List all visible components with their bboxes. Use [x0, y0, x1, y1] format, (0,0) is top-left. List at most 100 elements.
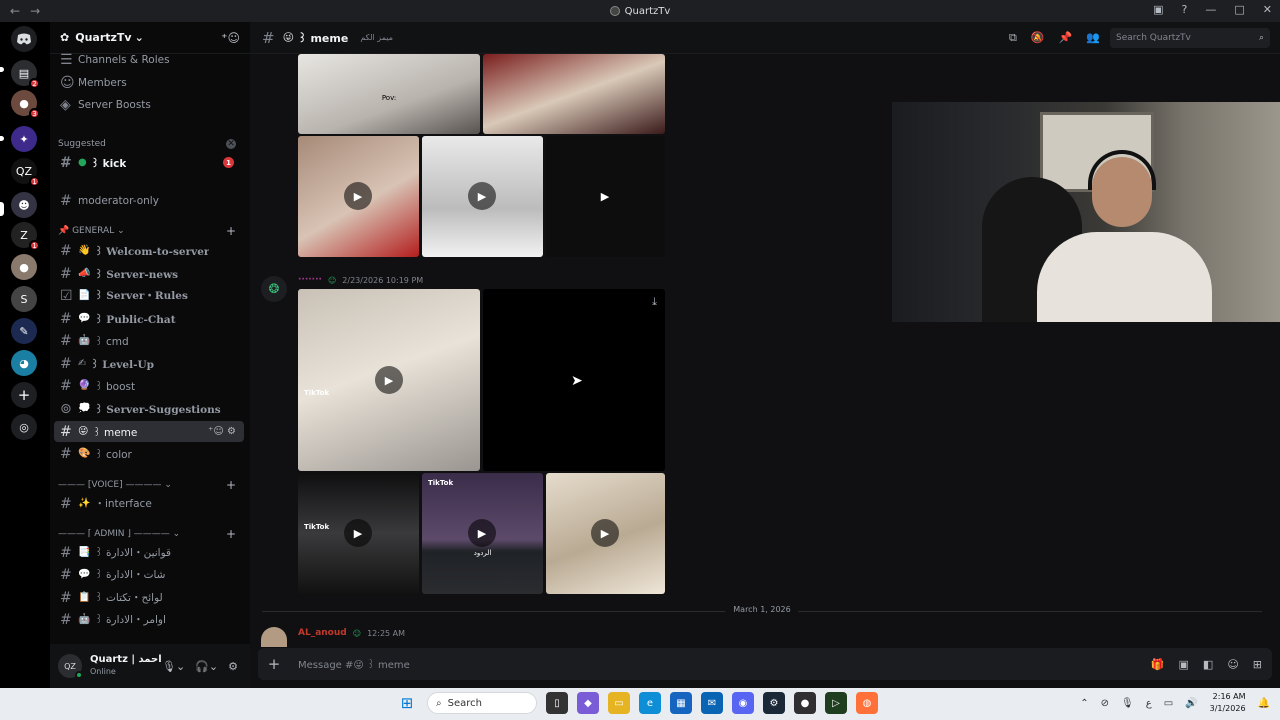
gift-icon[interactable]: 🎁 [1151, 658, 1165, 671]
taskbar-search[interactable]: ⌕ Search [427, 692, 537, 714]
taskview-icon[interactable]: ▯ [546, 692, 568, 714]
media-tile[interactable] [483, 54, 665, 134]
firefox-icon[interactable]: ◍ [856, 692, 878, 714]
store-icon[interactable]: ▦ [670, 692, 692, 714]
channel-boost[interactable]: # 🔮 ꒱ boost [54, 375, 244, 396]
play-icon[interactable]: ▶ [591, 519, 619, 547]
maximize-icon[interactable]: □ [1234, 3, 1244, 16]
threads-icon[interactable]: ⧉ [1009, 31, 1017, 45]
play-icon[interactable]: ▶ [375, 366, 403, 394]
edge-icon[interactable]: e [639, 692, 661, 714]
start-icon[interactable]: ⊞ [396, 692, 418, 714]
channel-admin-chat[interactable]: # 💬 ꒱ شات・الادارة [54, 564, 244, 585]
discover-icon[interactable]: ◎ [11, 414, 37, 440]
home-discord-icon[interactable] [11, 26, 37, 52]
pin-icon[interactable]: 📌 [1059, 31, 1073, 45]
play-icon[interactable]: ▶ [468, 519, 496, 547]
sidebar-item-channels-roles[interactable]: ☰ Channels & Roles [54, 49, 244, 70]
message-username[interactable]: AL_anoud [298, 628, 347, 638]
channel-kick[interactable]: # ● ꒱ kick 1 [54, 152, 244, 173]
add-server-icon[interactable]: + [11, 382, 37, 408]
channel-server-news[interactable]: # 📣 ꒱ Server-news [54, 263, 244, 284]
channel-meme[interactable]: # 😜 ꒱ meme ⁺☺ ⚙ [54, 421, 244, 442]
network-icon[interactable]: ⊘ [1101, 698, 1109, 709]
media-tile[interactable]: ▶ [546, 136, 665, 257]
channel-level-up[interactable]: # ✍ ꒱ Level-Up [54, 353, 244, 374]
language-indicator[interactable]: ع [1146, 698, 1152, 709]
notification-bell-icon[interactable]: 🔕 [1031, 31, 1045, 45]
avatar[interactable] [261, 627, 287, 647]
sidebar-item-members[interactable]: ☺ Members [54, 72, 244, 93]
message-input[interactable]: Message #😜 ꒱ meme [298, 658, 410, 671]
volume-icon[interactable]: 🔊 [1185, 698, 1197, 709]
widgets-icon[interactable]: ◆ [577, 692, 599, 714]
category-voice[interactable]: ——— [VOICE] ———— ⌄ + [58, 477, 242, 493]
steam-icon[interactable]: ⚙ [763, 692, 785, 714]
microphone-icon[interactable]: 🎙⌄ [162, 660, 185, 673]
minimize-icon[interactable]: — [1205, 3, 1216, 16]
server-icon[interactable]: ☻ [11, 192, 37, 218]
video-tile[interactable]: TikTok ▶ [298, 289, 480, 471]
media-tile[interactable]: ▶ [422, 136, 543, 257]
channel-admin-rules[interactable]: # 📑 ꒱ قوانين・الادارة [54, 542, 244, 563]
add-channel-icon[interactable]: + [226, 224, 236, 238]
category-admin[interactable]: ——— ⌈ ADMIN ⌋ ———— ⌄ + [58, 526, 242, 542]
play-icon[interactable]: ▶ [591, 182, 619, 210]
avatar[interactable]: ❂ [261, 276, 287, 302]
display-icon[interactable]: ▭ [1164, 698, 1173, 709]
channel-cmd[interactable]: # 🤖 ꒱ cmd [54, 330, 244, 351]
server-icon[interactable]: ✦ [11, 126, 37, 152]
back-arrow-icon[interactable]: ← [10, 4, 20, 18]
message-username[interactable]: ······· [298, 275, 322, 285]
dismiss-icon[interactable]: ✕ [226, 139, 236, 149]
channel-server-rules[interactable]: ☑ 📄 ꒱ Server・Rules [54, 285, 244, 306]
server-icon[interactable]: ✎ [11, 318, 37, 344]
microphone-tray-icon[interactable]: 🎙 [1121, 698, 1134, 709]
settings-icons[interactable]: ⁺☺ ⚙ [208, 426, 236, 437]
channel-server-suggestions[interactable]: ⊚ 💭 ꒱ Server-Suggestions [54, 398, 244, 419]
category-general[interactable]: 📌 GENERAL ⌄ + [58, 223, 242, 239]
headphones-icon[interactable]: 🎧⌄ [195, 660, 218, 673]
mail-icon[interactable]: ✉ [701, 692, 723, 714]
download-icon[interactable]: ⤓ [652, 295, 657, 309]
file-explorer-icon[interactable]: ▭ [608, 692, 630, 714]
members-list-icon[interactable]: 👥 [1086, 31, 1100, 45]
add-channel-icon[interactable]: + [226, 478, 236, 492]
server-icon[interactable]: ● 3 [11, 90, 40, 119]
help-icon[interactable]: ? [1182, 3, 1188, 16]
channel-admin-commands[interactable]: # 🤖 ꒱ اوامر・الادارة [54, 609, 244, 630]
chevron-up-icon[interactable]: ⌃ [1080, 698, 1088, 709]
message-composer[interactable]: + Message #😜 ꒱ meme 🎁 ▣ ◧ ☺ ⊞ [258, 648, 1272, 680]
sticker-icon[interactable]: ◧ [1203, 658, 1213, 671]
video-tile[interactable]: ▶ [546, 473, 665, 594]
channel-color[interactable]: # 🎨 ꒱ color [54, 443, 244, 464]
play-icon[interactable]: ▶ [344, 182, 372, 210]
gear-icon[interactable]: ⚙ [228, 660, 238, 673]
play-icon[interactable]: ▶ [468, 182, 496, 210]
discord-taskbar-icon[interactable]: ◉ [732, 692, 754, 714]
terminal-icon[interactable]: ▷ [825, 692, 847, 714]
channel-moderator-only[interactable]: # moderator-only [54, 190, 244, 211]
channel-welcome[interactable]: # 👋 ꒱ Welcom-to-server [54, 240, 244, 261]
sidebar-item-server-boosts[interactable]: ◈ Server Boosts [54, 94, 244, 115]
server-icon[interactable]: Z1 [11, 222, 40, 251]
media-tile[interactable]: Pov: [298, 54, 480, 134]
play-icon[interactable]: ▶ [344, 519, 372, 547]
clock[interactable]: 2:16 AM 3/1/2026 [1210, 691, 1246, 715]
apps-icon[interactable]: ⊞ [1253, 658, 1262, 671]
attach-plus-icon[interactable]: + [258, 655, 290, 673]
channel-admin-tickets[interactable]: # 📋 ꒱ لوائح・تكتات [54, 587, 244, 608]
channel-public-chat[interactable]: # 💬 ꒱ Public-Chat [54, 308, 244, 329]
video-tile[interactable]: TikTok الردود ▶ [422, 473, 543, 594]
server-icon[interactable]: S [11, 286, 37, 312]
server-icon[interactable]: ▤ 2 [11, 60, 40, 89]
obs-icon[interactable]: ● [794, 692, 816, 714]
invite-icon[interactable]: ⁺☺ [221, 31, 240, 45]
emoji-icon[interactable]: ☺ [1227, 658, 1238, 671]
notifications-icon[interactable]: 🔔 [1258, 698, 1270, 709]
server-icon[interactable]: ● [11, 254, 37, 280]
avatar[interactable]: QZ [58, 654, 83, 679]
channel-interface[interactable]: # ✨ ・interface [54, 493, 244, 514]
close-icon[interactable]: ✕ [1263, 3, 1272, 16]
server-icon[interactable]: QZ 1 [11, 158, 40, 187]
